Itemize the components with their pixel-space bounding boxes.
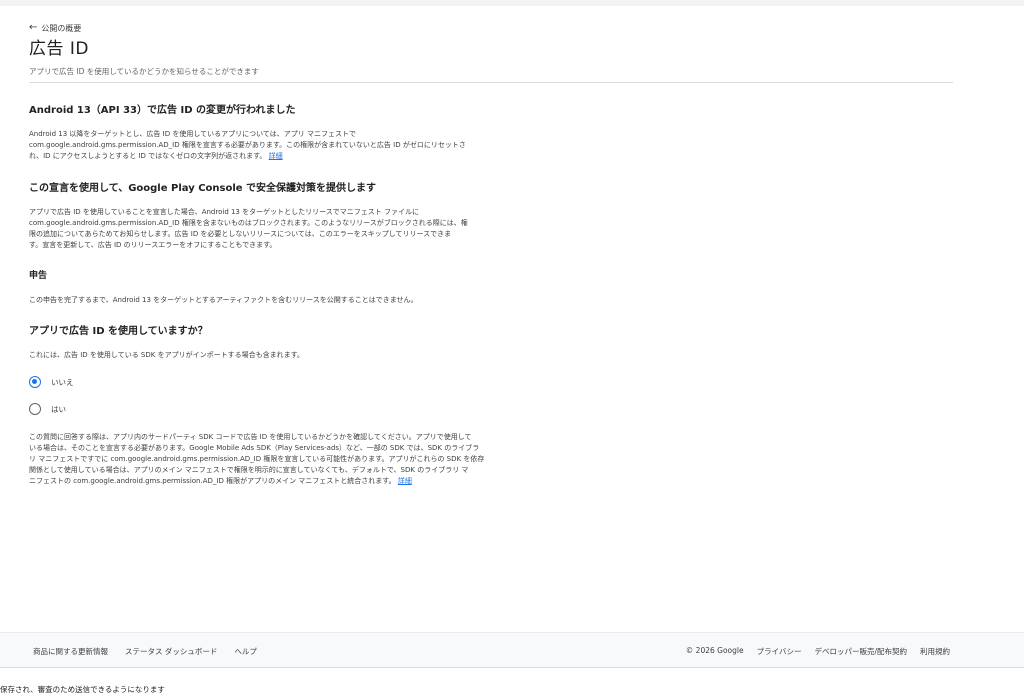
status-message: 保存され、審査のため送信できるようになります — [0, 685, 165, 694]
header-divider — [29, 82, 953, 83]
footer-link-terms[interactable]: 利用規約 — [920, 646, 950, 657]
back-link-label: 公開の概要 — [41, 23, 82, 33]
footer-copyright: © 2026 Google — [685, 646, 744, 655]
page-footer: 商品に関する更新情報 ステータス ダッシュボード ヘルプ © 2026 Goog… — [0, 632, 1024, 668]
text-line: Android 13 以降をターゲットとし、広告 ID を使用しているアプリにつ… — [29, 130, 356, 138]
text-line: 関係として使用している場合は、アプリのメイン マニフェストで権限を明示的に宣言し… — [29, 466, 469, 474]
page-header: ← 公開の概要 広告 ID アプリで広告 ID を使用しているかどうかを知らせる… — [29, 16, 953, 83]
question-heading: アプリで広告 ID を使用していますか？ — [29, 326, 208, 337]
text-line: com.google.android.gms.permission.AD_ID … — [29, 141, 466, 149]
text-line: 限の追加についてあらためてお知らせします。広告 ID を必要としないリリースにつ… — [29, 230, 452, 238]
footer-link-product-updates[interactable]: 商品に関する更新情報 — [33, 646, 108, 657]
text-line: ニフェストの com.google.android.gms.permission… — [29, 477, 396, 485]
text-line: com.google.android.gms.permission.AD_ID … — [29, 219, 468, 227]
section-body-declaration: この申告を完了するまで、Android 13 をターゲットとするアーティファクト… — [29, 296, 418, 304]
section-body-safeguards: アプリで広告 ID を使用していることを宣言した場合、Android 13 をタ… — [29, 207, 539, 251]
radio-button-yes[interactable] — [29, 403, 41, 415]
learn-more-link[interactable]: 詳細 — [398, 477, 412, 485]
learn-more-link[interactable]: 詳細 — [269, 152, 283, 160]
text-line: アプリで広告 ID を使用していることを宣言した場合、Android 13 をタ… — [29, 208, 419, 216]
arrow-left-icon: ← — [29, 22, 38, 33]
footer-left-links: 商品に関する更新情報 ステータス ダッシュボード ヘルプ — [33, 646, 257, 657]
text-line: れ、ID にアクセスしようとすると ID ではなくゼロの文字列が返されます。 — [29, 152, 267, 160]
section-heading-safeguards: この宣言を使用して、Google Play Console で安全保護対策を提供… — [29, 183, 377, 194]
text-line: この質問に回答する際は、アプリ内のサードパーティ SDK コードで広告 ID を… — [29, 433, 472, 441]
section-heading-android13: Android 13（API 33）で広告 ID の変更が行われました — [29, 105, 296, 116]
radio-option-no[interactable]: いいえ — [29, 376, 74, 388]
page-subtitle: アプリで広告 ID を使用しているかどうかを知らせることができます — [29, 67, 259, 76]
radio-button-no[interactable] — [29, 376, 41, 388]
section-body-android13: Android 13 以降をターゲットとし、広告 ID を使用しているアプリにつ… — [29, 129, 539, 162]
text-line: す。宣言を更新して、広告 ID のリリースエラーをオフにすることもできます。 — [29, 241, 277, 249]
page-title: 広告 ID — [29, 39, 90, 59]
footer-link-help[interactable]: ヘルプ — [234, 646, 257, 657]
sdk-info-paragraph: この質問に回答する際は、アプリ内のサードパーティ SDK コードで広告 ID を… — [29, 432, 539, 487]
top-strip — [0, 0, 1024, 6]
footer-link-status-dashboard[interactable]: ステータス ダッシュボード — [125, 646, 217, 657]
text-line: いる場合は、そのことを宣言する必要があります。Google Mobile Ads… — [29, 444, 480, 452]
question-note: これには、広告 ID を使用している SDK をアプリがインポートする場合も含ま… — [29, 351, 304, 359]
footer-right-links: © 2026 Google プライバシー デベロッパー販売/配布契約 利用規約 — [686, 646, 950, 657]
footer-link-privacy[interactable]: プライバシー — [757, 646, 802, 657]
footer-link-developer-agreement[interactable]: デベロッパー販売/配布契約 — [814, 646, 907, 657]
radio-label-yes: はい — [51, 404, 66, 414]
back-link[interactable]: ← 公開の概要 — [29, 22, 953, 34]
bottom-status-bar: 保存され、審査のため送信できるようになります — [0, 668, 1024, 696]
text-line: リ マニフェストですでに com.google.android.gms.perm… — [29, 455, 485, 463]
section-heading-declaration: 申告 — [29, 271, 48, 281]
radio-label-no: いいえ — [51, 377, 74, 387]
radio-option-yes[interactable]: はい — [29, 403, 66, 415]
